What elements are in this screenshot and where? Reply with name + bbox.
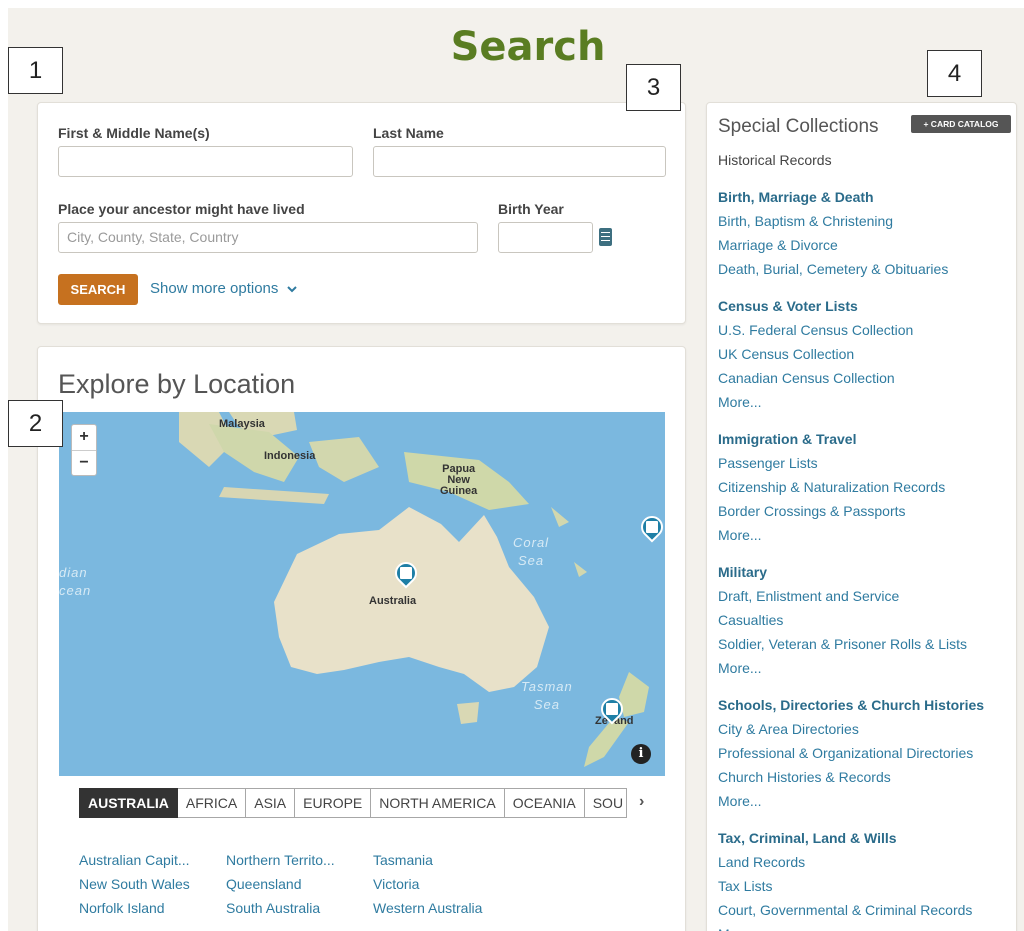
region-tabs: AUSTRALIA AFRICA ASIA EUROPE NORTH AMERI… <box>79 788 665 818</box>
tab-north-america[interactable]: NORTH AMERICA <box>371 788 505 818</box>
birth-year-label: Birth Year <box>498 201 564 217</box>
map-label-indonesia: Indonesia <box>264 450 316 462</box>
tab-africa[interactable]: AFRICA <box>177 788 247 818</box>
collection-group: Birth, Marriage & Death Birth, Baptism & … <box>718 185 1014 281</box>
tab-south-america[interactable]: SOU <box>584 788 627 818</box>
historical-records-label: Historical Records <box>718 152 832 168</box>
collection-group-heading[interactable]: Immigration & Travel <box>718 431 856 447</box>
collection-link[interactable]: UK Census Collection <box>718 342 1014 366</box>
collection-group-heading[interactable]: Census & Voter Lists <box>718 298 858 314</box>
collection-group-heading[interactable]: Military <box>718 564 767 580</box>
museum-icon <box>646 521 658 533</box>
region-link-south-australia[interactable]: South Australia <box>226 899 373 917</box>
collection-link[interactable]: Casualties <box>718 608 1014 632</box>
zoom-out-button[interactable]: − <box>72 450 96 475</box>
collection-link[interactable]: More... <box>718 922 1014 931</box>
museum-icon <box>606 703 618 715</box>
tabs-next-arrow-icon[interactable]: › <box>627 788 657 818</box>
museum-icon <box>400 567 412 579</box>
search-form: First & Middle Name(s) Last Name Place y… <box>37 102 686 324</box>
region-link-victoria[interactable]: Victoria <box>373 875 513 893</box>
map-label-indian-ocean: dian cean <box>59 565 92 598</box>
map-zoom-controls: + − <box>71 424 97 476</box>
map-label-papua-new-guinea: Papua New Guinea <box>440 463 478 497</box>
map-land <box>179 412 649 767</box>
callout-2: 2 <box>8 400 63 447</box>
zoom-in-button[interactable]: + <box>72 425 96 450</box>
show-more-options-label: Show more options <box>150 280 279 297</box>
collection-group-heading[interactable]: Tax, Criminal, Land & Wills <box>718 830 897 846</box>
collection-group-heading[interactable]: Schools, Directories & Church Histories <box>718 697 984 713</box>
map-info-button[interactable]: i <box>631 744 651 764</box>
special-collections-title: Special Collections <box>718 116 879 137</box>
page-title: Search <box>450 24 606 70</box>
region-link-northern-territory[interactable]: Northern Territo... <box>226 851 373 869</box>
collection-link[interactable]: Soldier, Veteran & Prisoner Rolls & List… <box>718 632 1014 656</box>
collection-link[interactable]: Border Crossings & Passports <box>718 499 1014 523</box>
card-catalog-button[interactable]: + CARD CATALOG <box>911 115 1011 133</box>
location-map[interactable]: + − Malaysia Indonesia Papua New Guinea … <box>59 412 665 776</box>
collection-link[interactable]: More... <box>718 789 1014 813</box>
callout-3: 3 <box>626 64 681 111</box>
collection-link[interactable]: More... <box>718 656 1014 680</box>
map-label-australia: Australia <box>369 595 417 607</box>
collection-link[interactable]: Birth, Baptism & Christening <box>718 209 1014 233</box>
callout-1: 1 <box>8 47 63 94</box>
tab-oceania[interactable]: OCEANIA <box>504 788 585 818</box>
first-name-label: First & Middle Name(s) <box>58 125 210 141</box>
region-link-tasmania[interactable]: Tasmania <box>373 851 513 869</box>
collection-link[interactable]: Church Histories & Records <box>718 765 1014 789</box>
collection-link[interactable]: U.S. Federal Census Collection <box>718 318 1014 342</box>
region-link-queensland[interactable]: Queensland <box>226 875 373 893</box>
collection-link[interactable]: Citizenship & Naturalization Records <box>718 475 1014 499</box>
collection-link[interactable]: Tax Lists <box>718 874 1014 898</box>
collection-link[interactable]: Land Records <box>718 850 1014 874</box>
collection-group: Immigration & Travel Passenger Lists Citiz… <box>718 427 1014 547</box>
special-collections-panel: Special Collections + CARD CATALOG Histo… <box>706 102 1017 931</box>
collection-groups: Birth, Marriage & Death Birth, Baptism & … <box>718 185 1014 931</box>
place-label: Place your ancestor might have lived <box>58 201 305 217</box>
collection-link[interactable]: More... <box>718 390 1014 414</box>
explore-by-location: Explore by Location + − Malaysia Indones… <box>37 346 686 931</box>
region-link-australian-capital[interactable]: Australian Capit... <box>79 851 226 869</box>
last-name-label: Last Name <box>373 125 444 141</box>
explore-title: Explore by Location <box>58 369 296 399</box>
collection-link[interactable]: Professional & Organizational Directorie… <box>718 741 1014 765</box>
collection-link[interactable]: Death, Burial, Cemetery & Obituaries <box>718 257 1014 281</box>
region-link-western-australia[interactable]: Western Australia <box>373 899 513 917</box>
search-button[interactable]: SEARCH <box>58 274 138 305</box>
tab-asia[interactable]: ASIA <box>246 788 296 818</box>
collection-link[interactable]: Canadian Census Collection <box>718 366 1014 390</box>
collection-link[interactable]: City & Area Directories <box>718 717 1014 741</box>
collection-group: Schools, Directories & Church Histories C… <box>718 693 1014 813</box>
region-link-new-south-wales[interactable]: New South Wales <box>79 875 226 893</box>
map-label-tasman-sea: Tasman Sea <box>521 679 573 712</box>
collection-link[interactable]: Draft, Enlistment and Service <box>718 584 1014 608</box>
map-label-coral-sea: Coral Sea <box>513 535 550 568</box>
collection-link[interactable]: More... <box>718 523 1014 547</box>
collection-group: Census & Voter Lists U.S. Federal Census … <box>718 294 1014 414</box>
last-name-input[interactable] <box>373 146 666 177</box>
map-label-malaysia: Malaysia <box>219 418 265 430</box>
callout-4: 4 <box>927 50 982 97</box>
region-list: Australian Capit... Northern Territo... … <box>79 851 529 917</box>
place-input[interactable]: City, County, State, Country <box>58 222 478 253</box>
first-name-input[interactable] <box>58 146 353 177</box>
chevron-down-icon <box>286 286 297 293</box>
collection-link[interactable]: Court, Governmental & Criminal Records <box>718 898 1014 922</box>
collection-group: Tax, Criminal, Land & Wills Land Records T… <box>718 826 1014 931</box>
collection-link[interactable]: Marriage & Divorce <box>718 233 1014 257</box>
tab-europe[interactable]: EUROPE <box>295 788 372 818</box>
birth-year-input[interactable] <box>498 222 593 253</box>
collection-group-heading[interactable]: Birth, Marriage & Death <box>718 189 874 205</box>
collection-group: Military Draft, Enlistment and Service Cas… <box>718 560 1014 680</box>
collection-link[interactable]: Passenger Lists <box>718 451 1014 475</box>
tab-australia[interactable]: AUSTRALIA <box>79 788 178 818</box>
region-link-norfolk-island[interactable]: Norfolk Island <box>79 899 226 917</box>
calendar-icon[interactable] <box>599 228 612 246</box>
show-more-options-link[interactable]: Show more options <box>150 280 297 297</box>
